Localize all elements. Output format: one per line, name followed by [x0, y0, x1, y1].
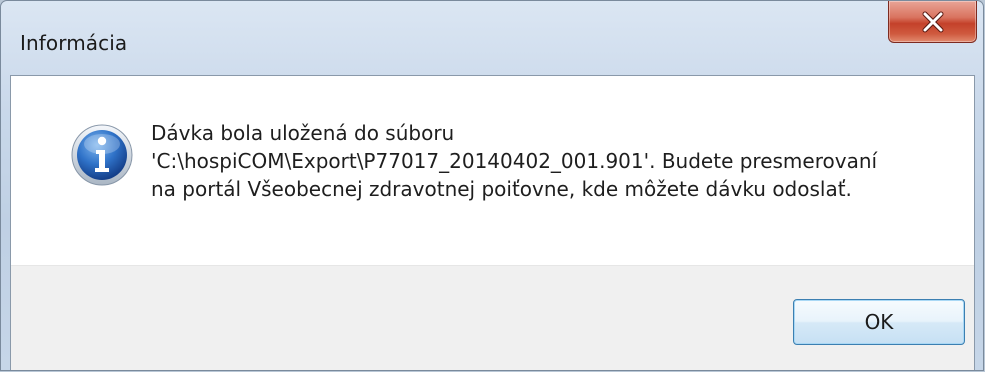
dialog-client-area: Dávka bola uložená do súboru 'C:\hospiCO… [10, 75, 975, 370]
information-icon [71, 124, 133, 186]
title-bar[interactable]: Informácia [1, 1, 983, 75]
ok-button[interactable]: OK [793, 299, 965, 345]
dialog-window: Informácia Dávka bola uložená do súboru … [0, 0, 984, 371]
message-area: Dávka bola uložená do súboru 'C:\hospiCO… [11, 76, 974, 265]
close-button[interactable] [888, 1, 977, 43]
dialog-message: Dávka bola uložená do súboru 'C:\hospiCO… [151, 119, 941, 203]
window-title: Informácia [20, 31, 128, 55]
button-bar: OK [11, 265, 974, 370]
message-line-3: na portál Všeobecnej zdravotnej poiťovne… [151, 177, 852, 201]
message-line-1: Dávka bola uložená do súboru [151, 121, 455, 145]
close-icon [922, 11, 943, 32]
message-line-2: 'C:\hospiCOM\Export\P77017_20140402_001.… [151, 149, 878, 173]
